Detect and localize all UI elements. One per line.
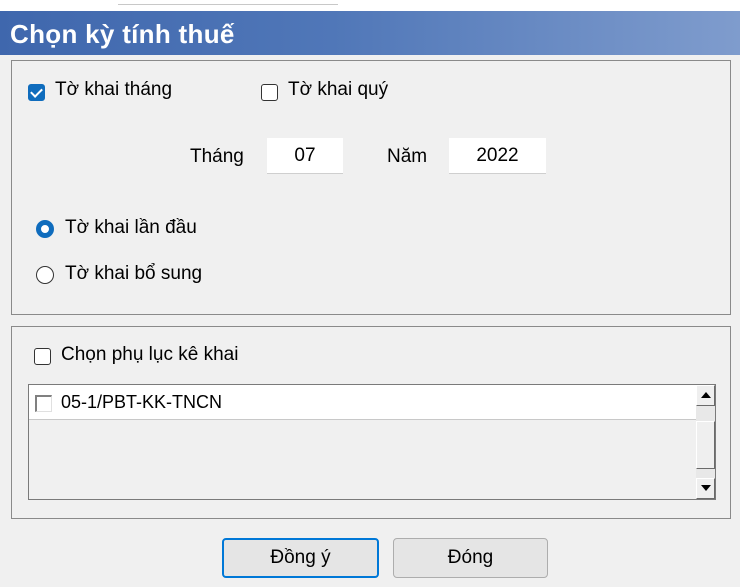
first-filing-radio[interactable]	[36, 220, 54, 238]
ok-button[interactable]: Đồng ý	[222, 538, 379, 578]
list-item-checkbox[interactable]	[35, 395, 52, 412]
close-button[interactable]: Đóng	[393, 538, 548, 578]
year-field[interactable]: 2022	[449, 138, 546, 174]
title-bar: Chọn kỳ tính thuế	[0, 11, 740, 55]
top-strip	[0, 0, 740, 11]
scroll-thumb[interactable]	[696, 421, 715, 469]
appendix-group: Chọn phụ lục kê khai 05-1/PBT-KK-TNCN	[11, 326, 731, 519]
list-item-label: 05-1/PBT-KK-TNCN	[61, 392, 223, 412]
appendix-list[interactable]: 05-1/PBT-KK-TNCN	[28, 384, 716, 500]
list-item[interactable]: 05-1/PBT-KK-TNCN	[29, 385, 697, 420]
scroll-down-button[interactable]	[696, 478, 715, 499]
supplementary-filing-label[interactable]: Tờ khai bổ sung	[65, 263, 202, 285]
vertical-scrollbar[interactable]	[696, 385, 715, 499]
select-appendix-label[interactable]: Chọn phụ lục kê khai	[61, 344, 238, 366]
window-title: Chọn kỳ tính thuế	[10, 19, 235, 49]
monthly-checkbox[interactable]	[28, 84, 45, 101]
select-appendix-checkbox[interactable]	[34, 348, 51, 365]
quarterly-label[interactable]: Tờ khai quý	[288, 79, 388, 101]
arrow-down-icon	[701, 485, 711, 491]
month-label: Tháng	[190, 146, 244, 167]
month-field[interactable]: 07	[267, 138, 343, 174]
arrow-up-icon	[701, 392, 711, 398]
quarterly-checkbox[interactable]	[261, 84, 278, 101]
monthly-label[interactable]: Tờ khai tháng	[55, 79, 172, 101]
tax-period-group: Tờ khai tháng Tờ khai quý Tháng 07 Năm 2…	[11, 60, 731, 315]
year-label: Năm	[387, 146, 428, 167]
scroll-up-button[interactable]	[696, 385, 715, 406]
top-strip-divider	[118, 0, 338, 5]
first-filing-label[interactable]: Tờ khai lần đầu	[65, 217, 197, 239]
supplementary-filing-radio[interactable]	[36, 266, 54, 284]
